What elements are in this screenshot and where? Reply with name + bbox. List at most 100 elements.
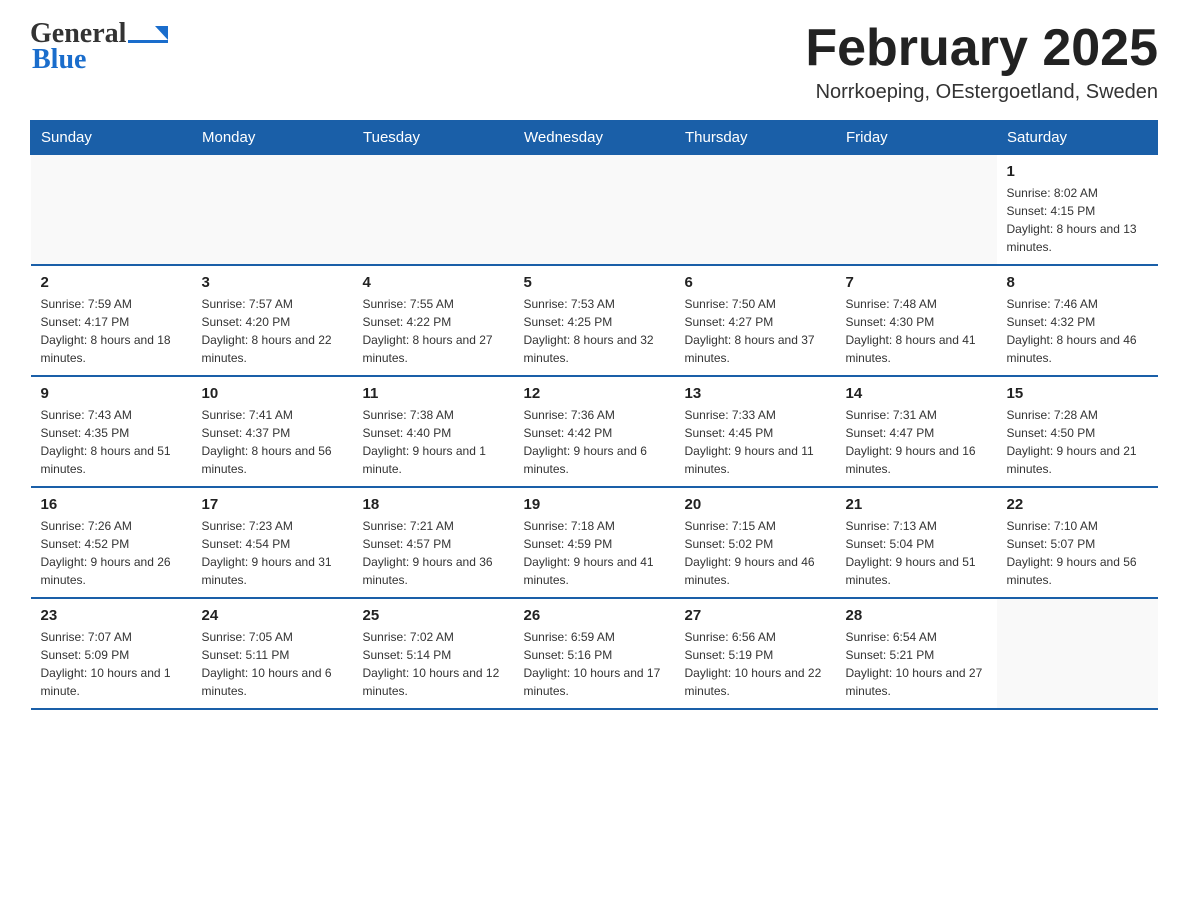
page-header: General Blue February 2025 Norrkoeping, … xyxy=(30,20,1158,104)
day-number: 26 xyxy=(524,607,665,624)
day-number: 1 xyxy=(1007,163,1148,180)
day-info: Sunrise: 7:21 AMSunset: 4:57 PMDaylight:… xyxy=(363,517,504,589)
day-info: Sunrise: 7:05 AMSunset: 5:11 PMDaylight:… xyxy=(202,628,343,700)
calendar-cell: 18 Sunrise: 7:21 AMSunset: 4:57 PMDayligh… xyxy=(353,487,514,598)
day-number: 20 xyxy=(685,496,826,513)
day-info: Sunrise: 7:28 AMSunset: 4:50 PMDaylight:… xyxy=(1007,406,1148,478)
day-info: Sunrise: 7:43 AMSunset: 4:35 PMDaylight:… xyxy=(41,406,182,478)
calendar-cell: 9 Sunrise: 7:43 AMSunset: 4:35 PMDaylight… xyxy=(31,376,192,487)
day-number: 16 xyxy=(41,496,182,513)
calendar-cell: 24 Sunrise: 7:05 AMSunset: 5:11 PMDayligh… xyxy=(192,598,353,709)
calendar-cell: 20 Sunrise: 7:15 AMSunset: 5:02 PMDayligh… xyxy=(675,487,836,598)
day-header-thursday: Thursday xyxy=(675,121,836,155)
calendar-cell: 12 Sunrise: 7:36 AMSunset: 4:42 PMDayligh… xyxy=(514,376,675,487)
week-row-4: 16 Sunrise: 7:26 AMSunset: 4:52 PMDayligh… xyxy=(31,487,1158,598)
day-header-monday: Monday xyxy=(192,121,353,155)
month-title: February 2025 xyxy=(805,20,1158,77)
day-number: 15 xyxy=(1007,385,1148,402)
week-row-5: 23 Sunrise: 7:07 AMSunset: 5:09 PMDayligh… xyxy=(31,598,1158,709)
calendar-cell: 14 Sunrise: 7:31 AMSunset: 4:47 PMDayligh… xyxy=(836,376,997,487)
day-number: 21 xyxy=(846,496,987,513)
calendar-header: SundayMondayTuesdayWednesdayThursdayFrid… xyxy=(31,121,1158,155)
day-number: 10 xyxy=(202,385,343,402)
day-number: 2 xyxy=(41,274,182,291)
calendar-cell: 1 Sunrise: 8:02 AMSunset: 4:15 PMDaylight… xyxy=(997,155,1158,266)
day-number: 28 xyxy=(846,607,987,624)
day-number: 24 xyxy=(202,607,343,624)
day-info: Sunrise: 7:53 AMSunset: 4:25 PMDaylight:… xyxy=(524,295,665,367)
calendar-cell: 17 Sunrise: 7:23 AMSunset: 4:54 PMDayligh… xyxy=(192,487,353,598)
day-number: 5 xyxy=(524,274,665,291)
week-row-2: 2 Sunrise: 7:59 AMSunset: 4:17 PMDaylight… xyxy=(31,265,1158,376)
day-number: 8 xyxy=(1007,274,1148,291)
day-number: 22 xyxy=(1007,496,1148,513)
calendar-table: SundayMondayTuesdayWednesdayThursdayFrid… xyxy=(30,120,1158,710)
day-number: 17 xyxy=(202,496,343,513)
week-row-3: 9 Sunrise: 7:43 AMSunset: 4:35 PMDaylight… xyxy=(31,376,1158,487)
day-info: Sunrise: 7:15 AMSunset: 5:02 PMDaylight:… xyxy=(685,517,826,589)
calendar-cell: 16 Sunrise: 7:26 AMSunset: 4:52 PMDayligh… xyxy=(31,487,192,598)
calendar-cell: 22 Sunrise: 7:10 AMSunset: 5:07 PMDayligh… xyxy=(997,487,1158,598)
calendar-cell: 23 Sunrise: 7:07 AMSunset: 5:09 PMDayligh… xyxy=(31,598,192,709)
logo: General Blue xyxy=(30,20,168,74)
day-number: 19 xyxy=(524,496,665,513)
day-info: Sunrise: 7:50 AMSunset: 4:27 PMDaylight:… xyxy=(685,295,826,367)
calendar-cell: 28 Sunrise: 6:54 AMSunset: 5:21 PMDayligh… xyxy=(836,598,997,709)
calendar-cell xyxy=(31,155,192,266)
day-header-tuesday: Tuesday xyxy=(353,121,514,155)
calendar-cell xyxy=(514,155,675,266)
day-number: 3 xyxy=(202,274,343,291)
day-info: Sunrise: 7:26 AMSunset: 4:52 PMDaylight:… xyxy=(41,517,182,589)
calendar-cell xyxy=(997,598,1158,709)
day-number: 9 xyxy=(41,385,182,402)
calendar-cell xyxy=(353,155,514,266)
day-number: 14 xyxy=(846,385,987,402)
day-header-sunday: Sunday xyxy=(31,121,192,155)
day-number: 27 xyxy=(685,607,826,624)
calendar-cell: 11Sunrise: 7:38 AMSunset: 4:40 PMDayligh… xyxy=(353,376,514,487)
day-number: 13 xyxy=(685,385,826,402)
calendar-cell: 5 Sunrise: 7:53 AMSunset: 4:25 PMDaylight… xyxy=(514,265,675,376)
logo-blue-text: Blue xyxy=(32,46,168,74)
day-info: Sunrise: 7:55 AMSunset: 4:22 PMDaylight:… xyxy=(363,295,504,367)
logo-flag-icon xyxy=(128,26,168,43)
day-info: Sunrise: 7:46 AMSunset: 4:32 PMDaylight:… xyxy=(1007,295,1148,367)
day-number: 12 xyxy=(524,385,665,402)
day-info: Sunrise: 7:31 AMSunset: 4:47 PMDaylight:… xyxy=(846,406,987,478)
calendar-cell: 2 Sunrise: 7:59 AMSunset: 4:17 PMDaylight… xyxy=(31,265,192,376)
calendar-cell: 10Sunrise: 7:41 AMSunset: 4:37 PMDayligh… xyxy=(192,376,353,487)
calendar-cell: 19 Sunrise: 7:18 AMSunset: 4:59 PMDayligh… xyxy=(514,487,675,598)
calendar-cell: 4 Sunrise: 7:55 AMSunset: 4:22 PMDaylight… xyxy=(353,265,514,376)
day-info: Sunrise: 7:48 AMSunset: 4:30 PMDaylight:… xyxy=(846,295,987,367)
day-number: 23 xyxy=(41,607,182,624)
location-subtitle: Norrkoeping, OEstergoetland, Sweden xyxy=(805,81,1158,104)
day-number: 18 xyxy=(363,496,504,513)
day-header-saturday: Saturday xyxy=(997,121,1158,155)
calendar-body: 1 Sunrise: 8:02 AMSunset: 4:15 PMDaylight… xyxy=(31,155,1158,710)
calendar-cell: 13Sunrise: 7:33 AMSunset: 4:45 PMDayligh… xyxy=(675,376,836,487)
calendar-cell: 21Sunrise: 7:13 AMSunset: 5:04 PMDayligh… xyxy=(836,487,997,598)
day-info: Sunrise: 6:54 AMSunset: 5:21 PMDaylight:… xyxy=(846,628,987,700)
day-info: Sunrise: 7:23 AMSunset: 4:54 PMDaylight:… xyxy=(202,517,343,589)
week-row-1: 1 Sunrise: 8:02 AMSunset: 4:15 PMDaylight… xyxy=(31,155,1158,266)
day-number: 6 xyxy=(685,274,826,291)
calendar-cell: 8 Sunrise: 7:46 AMSunset: 4:32 PMDaylight… xyxy=(997,265,1158,376)
day-header-friday: Friday xyxy=(836,121,997,155)
title-block: February 2025 Norrkoeping, OEstergoetlan… xyxy=(805,20,1158,104)
calendar-cell: 3Sunrise: 7:57 AMSunset: 4:20 PMDaylight… xyxy=(192,265,353,376)
day-info: Sunrise: 7:59 AMSunset: 4:17 PMDaylight:… xyxy=(41,295,182,367)
day-info: Sunrise: 6:59 AMSunset: 5:16 PMDaylight:… xyxy=(524,628,665,700)
day-number: 7 xyxy=(846,274,987,291)
day-info: Sunrise: 8:02 AMSunset: 4:15 PMDaylight:… xyxy=(1007,184,1148,256)
day-info: Sunrise: 7:10 AMSunset: 5:07 PMDaylight:… xyxy=(1007,517,1148,589)
day-header-row: SundayMondayTuesdayWednesdayThursdayFrid… xyxy=(31,121,1158,155)
calendar-cell: 7 Sunrise: 7:48 AMSunset: 4:30 PMDaylight… xyxy=(836,265,997,376)
day-number: 4 xyxy=(363,274,504,291)
day-info: Sunrise: 7:36 AMSunset: 4:42 PMDaylight:… xyxy=(524,406,665,478)
day-info: Sunrise: 7:18 AMSunset: 4:59 PMDaylight:… xyxy=(524,517,665,589)
day-info: Sunrise: 7:07 AMSunset: 5:09 PMDaylight:… xyxy=(41,628,182,700)
calendar-cell xyxy=(675,155,836,266)
calendar-cell: 25Sunrise: 7:02 AMSunset: 5:14 PMDayligh… xyxy=(353,598,514,709)
calendar-cell xyxy=(192,155,353,266)
calendar-cell: 6 Sunrise: 7:50 AMSunset: 4:27 PMDaylight… xyxy=(675,265,836,376)
